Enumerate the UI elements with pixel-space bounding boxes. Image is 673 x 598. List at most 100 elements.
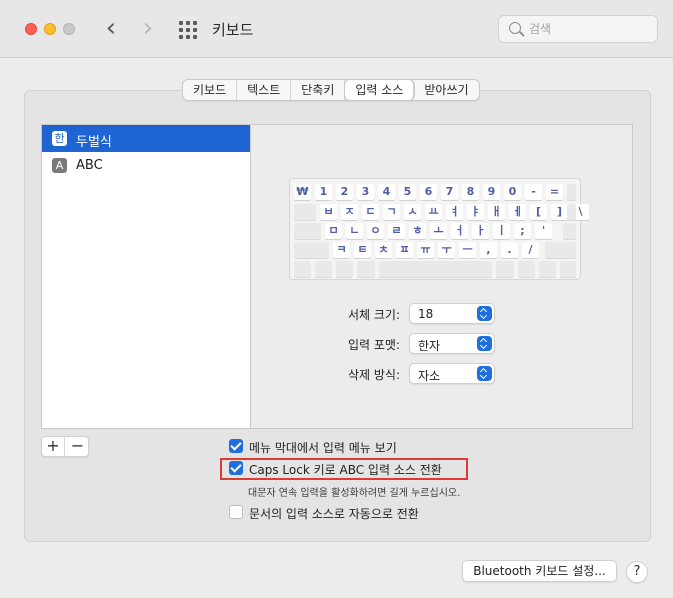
keyboard-key-blank [567,204,576,220]
keyboard-key: 6 [420,184,437,200]
delete-mode-label: 삭제 방식: [347,368,400,382]
list-item-abc[interactable]: A ABC [42,152,250,179]
help-button[interactable]: ? [626,561,648,583]
list-item-dubeolsik[interactable]: 한 두벌식 [42,125,250,152]
abc-input-icon: A [52,158,67,173]
keyboard-key: ㅗ [430,223,447,239]
keyboard-key: ㄴ [346,223,363,239]
input-format-value: 한자 [418,339,441,353]
keyboard-key: 1 [315,184,332,200]
forward-chevron-icon[interactable]: › [136,15,160,43]
keyboard-key: ㅋ [333,242,350,258]
delete-mode-value: 자소 [418,369,441,383]
auto-switch-checkbox[interactable] [229,505,243,519]
keyboard-key-blank [315,261,332,277]
keyboard-key: ㅇ [367,223,384,239]
tab-text[interactable]: 텍스트 [237,80,292,100]
source-label: 두벌식 [76,135,112,150]
tab-keyboard[interactable]: 키보드 [183,80,238,100]
keyboard-key-blank [545,242,576,258]
keyboard-layout-preview: ₩1 2 3 4 5 6 7 8 9 0- = ㅂㅈㄷㄱㅅㅛㅕㅑㅐㅔ[] \ ㅁㄴㅇㄹㅎㅗㅓㅏㅣ; ' ㅋㅌㅊ… [289,178,589,280]
window-title: 키보드 [212,21,254,39]
add-source-button[interactable]: + [42,437,65,456]
keyboard-key: ㅡ [459,242,476,258]
keyboard-key: ㅕ [446,204,463,220]
keyboard-key: 8 [462,184,479,200]
delete-mode-select[interactable]: 자소 [409,363,495,384]
caps-lock-switch-label: Caps Lock 키로 ABC 입력 소스 전환 [249,463,442,477]
keyboard-key: , [480,242,497,258]
caps-lock-hint: 대문자 연속 입력을 활성화하려면 길게 누르십시오. [248,488,461,499]
show-all-grid-icon[interactable] [179,21,197,39]
keyboard-key: ㅑ [467,204,484,220]
keyboard-key: ㅅ [404,204,421,220]
keyboard-key: ㅠ [417,242,434,258]
keyboard-key-blank [563,223,576,239]
keyboard-key: ㅊ [375,242,392,258]
tab-shortcuts[interactable]: 단축키 [291,80,346,100]
keyboard-key: . [501,242,518,258]
keyboard-key: 3 [357,184,374,200]
font-size-label: 서체 크기: [347,308,400,322]
keyboard-key: ㅛ [425,204,442,220]
font-size-select[interactable]: 18 [409,303,495,324]
keyboard-key: ₩ [294,184,311,200]
bluetooth-keyboard-setup-button[interactable]: Bluetooth 키보드 설정... [462,560,617,582]
keyboard-key: ㅎ [409,223,426,239]
keyboard-key: ' [535,223,552,239]
keyboard-key: 5 [399,184,416,200]
caps-lock-switch-checkbox[interactable] [229,461,243,475]
keyboard-key: ㅁ [325,223,342,239]
keyboard-key-blank [294,242,329,258]
show-input-menu-checkbox[interactable] [229,439,243,453]
keyboard-key-blank [539,261,556,277]
tab-input-sources[interactable]: 입력 소스 [345,80,415,100]
tab-dictation[interactable]: 받아쓰기 [414,80,478,100]
remove-source-button[interactable]: − [66,437,89,456]
font-size-value: 18 [418,307,434,321]
auto-switch-label: 문서의 입력 소스로 자동으로 전환 [249,507,419,521]
input-source-list: 한 두벌식 A ABC [41,124,251,429]
keyboard-key: ; [514,223,531,239]
tab-bar: 키보드 텍스트 단축키 입력 소스 받아쓰기 [182,79,480,101]
input-format-label: 입력 포맷: [347,338,400,352]
keyboard-preferences-window: ‹ › 키보드 키보드 텍스트 단축키 입력 소스 받아쓰기 한 두벌식 A A… [0,0,673,598]
popup-arrows-icon [477,306,492,321]
keyboard-key-blank [294,204,316,220]
keyboard-key: ㅜ [438,242,455,258]
keyboard-key: = [546,184,563,200]
keyboard-key: ㅂ [320,204,337,220]
keyboard-key: 4 [378,184,395,200]
keyboard-key-blank [560,261,576,277]
input-format-select[interactable]: 한자 [409,333,495,354]
close-window-button[interactable] [25,23,37,35]
keyboard-key: ㅈ [341,204,358,220]
keyboard-key-blank [567,184,576,200]
keyboard-key: ㅐ [488,204,505,220]
show-input-menu-label: 메뉴 막대에서 입력 메뉴 보기 [249,441,397,455]
keyboard-key: ㅓ [451,223,468,239]
list-add-remove-control: + − [41,436,89,457]
keyboard-key: ㄷ [362,204,379,220]
keyboard-key-blank [336,261,353,277]
keyboard-key: ㄱ [383,204,400,220]
keyboard-key: 9 [483,184,500,200]
minimize-window-button[interactable] [44,23,56,35]
keyboard-key: ㅣ [493,223,510,239]
zoom-window-button[interactable] [63,23,75,35]
back-chevron-icon[interactable]: ‹ [99,15,123,43]
search-field[interactable] [498,15,658,43]
keyboard-key: ㄹ [388,223,405,239]
keyboard-key-blank [496,261,514,277]
keyboard-key: / [522,242,539,258]
hangul-input-icon: 한 [52,131,67,146]
keyboard-key-blank [379,261,492,277]
keyboard-key: [ [530,204,547,220]
source-label: ABC [76,158,103,173]
search-input[interactable] [529,21,649,37]
keyboard-key: ㅔ [509,204,526,220]
keyboard-key-blank [357,261,375,277]
keyboard-key: 0 [504,184,521,200]
keyboard-key: 2 [336,184,353,200]
popup-arrows-icon [477,366,492,381]
